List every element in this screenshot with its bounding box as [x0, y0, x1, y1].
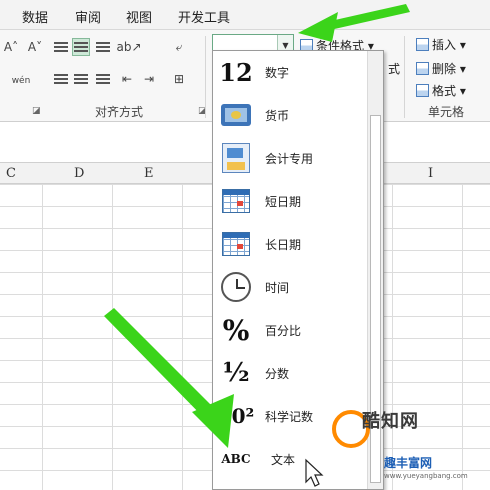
- clock-icon: [219, 270, 253, 304]
- alignment-group-label: 对齐方式: [95, 105, 144, 119]
- format-option-label: 数字: [265, 66, 290, 80]
- format-option-label: 时间: [265, 281, 290, 295]
- column-header-d[interactable]: D: [74, 166, 84, 181]
- increase-font-icon[interactable]: A˄: [2, 38, 20, 56]
- format-option-label: 分数: [265, 367, 290, 381]
- font-dialog-launcher-icon[interactable]: ◪: [32, 106, 41, 116]
- format-cells-button[interactable]: 格式 ▾: [416, 82, 466, 99]
- tab-review[interactable]: 审阅: [75, 7, 101, 26]
- format-option-accounting[interactable]: 会计专用: [213, 137, 368, 180]
- insert-cells-icon: [416, 38, 429, 51]
- format-option-percent[interactable]: % 百分比: [213, 309, 368, 352]
- text-glyph: ABC: [221, 452, 251, 466]
- watermark-site-name: 酷知网: [362, 411, 419, 432]
- format-label: 格式: [432, 84, 457, 98]
- wrap-text-icon[interactable]: ⤶: [170, 38, 188, 56]
- calendar-icon: [219, 227, 253, 261]
- accounting-icon: [219, 141, 253, 175]
- format-option-time[interactable]: 时间: [213, 266, 368, 309]
- column-header-e[interactable]: E: [144, 166, 154, 181]
- fraction-icon: ½: [219, 356, 253, 390]
- tab-view[interactable]: 视图: [126, 7, 152, 26]
- menu-bar: 数据 审阅 视图 开发工具: [0, 0, 490, 30]
- phonetic-guide-icon[interactable]: wén: [8, 70, 34, 92]
- format-option-label: 科学记数: [265, 410, 314, 424]
- ribbon-separator: [205, 36, 206, 118]
- tab-developer[interactable]: 开发工具: [178, 7, 230, 26]
- ribbon-separator: [404, 36, 405, 118]
- align-right-button[interactable]: [94, 70, 112, 88]
- align-top-button[interactable]: [52, 38, 70, 56]
- decrease-indent-icon[interactable]: ⇤: [118, 70, 136, 88]
- tab-data[interactable]: 数据: [22, 7, 48, 26]
- format-option-currency[interactable]: 货币: [213, 94, 368, 137]
- number-glyph: 12: [219, 57, 253, 87]
- format-option-number[interactable]: 12 数字: [213, 51, 368, 94]
- scientific-glyph: 10²: [217, 404, 255, 428]
- align-bottom-button[interactable]: [94, 38, 112, 56]
- format-cells-icon: [416, 84, 429, 97]
- currency-icon: [219, 98, 253, 132]
- column-header-i[interactable]: I: [428, 166, 433, 181]
- percent-icon: %: [219, 313, 253, 347]
- orientation-icon[interactable]: ab↗: [116, 38, 141, 56]
- text-abc-icon: ABC: [219, 442, 253, 476]
- format-option-label: 百分比: [265, 324, 302, 338]
- calendar-icon: [219, 184, 253, 218]
- number-12-icon: 12: [219, 55, 253, 89]
- cells-group-label: 单元格: [428, 105, 465, 119]
- watermark-url: www.yueyangbang.com: [384, 472, 468, 480]
- format-option-short-date[interactable]: 短日期: [213, 180, 368, 223]
- style-partial-label: 式: [388, 62, 401, 76]
- delete-label: 删除: [432, 62, 457, 76]
- insert-label: 插入: [432, 38, 457, 52]
- delete-cells-button[interactable]: 删除 ▾: [416, 60, 466, 77]
- scientific-icon: 10²: [217, 399, 255, 433]
- format-option-fraction[interactable]: ½ 分数: [213, 352, 368, 395]
- fraction-glyph: ½: [222, 358, 250, 388]
- increase-indent-icon[interactable]: ⇥: [140, 70, 158, 88]
- format-option-label: 短日期: [265, 195, 302, 209]
- insert-cells-button[interactable]: 插入 ▾: [416, 36, 466, 53]
- format-option-label: 会计专用: [265, 152, 314, 166]
- format-option-label: 文本: [271, 453, 296, 467]
- align-center-button[interactable]: [72, 70, 90, 88]
- watermark-brand: 趣丰富网: [384, 456, 433, 470]
- format-option-label: 货币: [265, 109, 290, 123]
- format-option-long-date[interactable]: 长日期: [213, 223, 368, 266]
- decrease-font-icon[interactable]: A˅: [26, 38, 44, 56]
- merge-cells-icon[interactable]: ⊞: [170, 70, 188, 88]
- align-left-button[interactable]: [52, 70, 70, 88]
- delete-cells-icon: [416, 62, 429, 75]
- percent-glyph: %: [222, 313, 250, 347]
- format-option-label: 长日期: [265, 238, 302, 252]
- align-middle-button[interactable]: [72, 38, 90, 56]
- column-header-c[interactable]: C: [6, 166, 16, 181]
- watermark: 酷知网 趣丰富网 www.yueyangbang.com: [318, 392, 490, 490]
